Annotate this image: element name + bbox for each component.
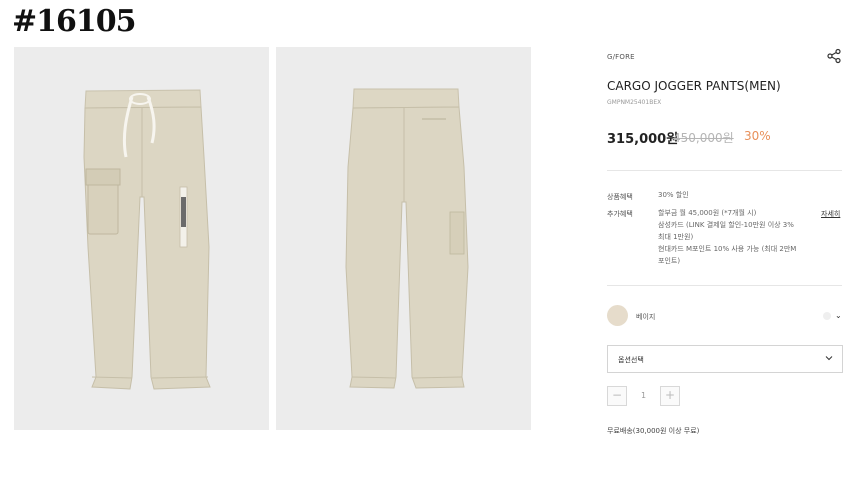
divider — [607, 170, 842, 171]
product-benefit-label: 상품혜택 — [607, 193, 633, 201]
extra-benefit-line: 포인트) — [658, 257, 681, 265]
quantity-input[interactable]: 1 — [627, 386, 660, 406]
color-swatch[interactable] — [607, 305, 628, 326]
original-price: 450,000원 — [673, 131, 734, 145]
discount-rate: 30% — [744, 129, 771, 143]
extra-benefit-line: 현대카드 M포인트 10% 사용 가능 (최대 2만M — [658, 245, 797, 253]
extra-benefit-line: 삼성카드 (LINK 결제일 할인-10만원 이상 3% — [658, 221, 794, 229]
color-name: 베이지 — [636, 313, 656, 321]
sale-price: 315,000원 — [607, 132, 679, 147]
quantity-increase-button[interactable]: + — [660, 386, 680, 406]
product-benefit-value: 30% 할인 — [658, 191, 689, 199]
quantity-decrease-button[interactable]: − — [607, 386, 627, 406]
listing-number-badge: #16105 — [12, 4, 137, 39]
extra-benefit-label: 추가혜택 — [607, 210, 633, 218]
pants-back-illustration — [345, 88, 469, 389]
product-code: GMPNM25401BEX — [607, 99, 662, 106]
shipping-info: 무료배송(30,000원 이상 무료) — [607, 427, 700, 435]
benefit-details-link[interactable]: 자세히 — [821, 209, 840, 219]
extra-benefit-line: 최대 1만원) — [658, 233, 694, 241]
option-select[interactable]: 옵션선택 — [607, 345, 843, 373]
product-image-back[interactable] — [276, 47, 531, 430]
divider — [607, 285, 842, 286]
product-title: CARGO JOGGER PANTS(MEN) — [607, 79, 781, 93]
chevron-down-icon[interactable]: ⌄ — [835, 311, 842, 320]
option-select-label: 옵션선택 — [618, 356, 644, 364]
color-dot-icon — [823, 312, 831, 320]
product-image-front[interactable] — [14, 47, 269, 430]
pants-front-illustration — [83, 89, 211, 390]
share-icon[interactable] — [826, 48, 842, 64]
extra-benefit-line: 할부금 월 45,000원 (*7개월 시) — [658, 209, 757, 217]
chevron-down-icon — [825, 356, 833, 361]
brand-name[interactable]: G/FORE — [607, 53, 635, 61]
